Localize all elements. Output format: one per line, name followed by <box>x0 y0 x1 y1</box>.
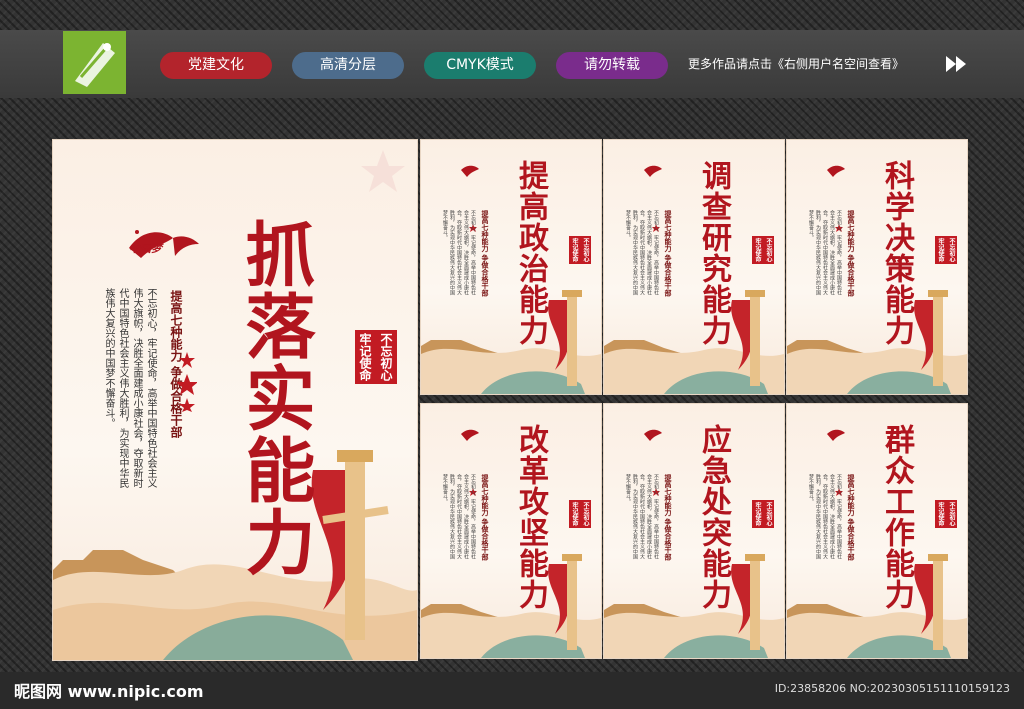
poster-title: 调查研究能力 <box>696 160 731 346</box>
slogan-line: 牢记使命 <box>935 236 946 264</box>
main-poster: 中国梦 不忘初心，牢记使命，高举中国特色社会主义伟大旗帜，决胜全面建成小康社会，… <box>52 139 418 661</box>
tag-hd-layers[interactable]: 高清分层 <box>292 52 404 79</box>
china-dream-text: 中国梦 <box>129 242 162 255</box>
poster-subtitle: 提高七种能力 争做合格干部 <box>481 210 490 297</box>
poster-subtitle: 提高七种能力 争做合格干部 <box>481 474 490 561</box>
poster-emergency-ability: 应急处突能力 提高七种能力 争做合格干部 不忘初心，牢记使命，高举中国特色社会主… <box>603 403 785 659</box>
poster-political-ability: 提高政治能力 提高七种能力 争做合格干部 不忘初心，牢记使命，高举中国特色社会主… <box>420 139 602 395</box>
poster-subtitle: 提高七种能力 争做合格干部 <box>664 210 673 297</box>
poster-slogan: 不忘初心 牢记使命 <box>569 236 591 268</box>
poster-title: 应急处突能力 <box>696 424 731 610</box>
slogan-line: 不忘初心 <box>580 236 591 264</box>
poster-body-text: 不忘初心，牢记使命，高举中国特色社会主义伟大旗帜，决胜全面建成小康社会，夺取新时… <box>808 210 842 295</box>
slogan-line: 牢记使命 <box>935 500 946 528</box>
main-title: 抓落实能力 <box>234 218 317 578</box>
poster-slogan: 不忘初心 牢记使命 <box>935 236 957 268</box>
image-id: ID:23858206 NO:20230305151110159123 <box>774 682 1010 695</box>
main-slogan: 不忘初心 牢记使命 <box>355 330 397 390</box>
main-body-text: 不忘初心，牢记使命，高举中国特色社会主义伟大旗帜，决胜全面建成小康社会，夺取新时… <box>103 288 156 488</box>
poster-body-text: 不忘初心，牢记使命，高举中国特色社会主义伟大旗帜，决胜全面建成小康社会，夺取新时… <box>442 210 476 295</box>
slogan-line: 不忘初心 <box>763 500 774 528</box>
poster-subtitle: 提高七种能力 争做合格干部 <box>847 474 856 561</box>
slogan-line: 不忘初心 <box>946 500 957 528</box>
poster-title: 改革攻坚能力 <box>513 424 548 610</box>
china-dream-logo: 中国梦 <box>123 218 203 282</box>
double-arrow-icon[interactable] <box>944 54 970 78</box>
poster-body-text: 不忘初心，牢记使命，高举中国特色社会主义伟大旗帜，决胜全面建成小康社会，夺取新时… <box>442 474 476 559</box>
poster-decision-ability: 科学决策能力 提高七种能力 争做合格干部 不忘初心，牢记使命，高举中国特色社会主… <box>786 139 968 395</box>
poster-title: 提高政治能力 <box>513 160 548 346</box>
poster-subtitle: 提高七种能力 争做合格干部 <box>664 474 673 561</box>
star-decoration-icon <box>177 352 197 412</box>
tag-party-culture[interactable]: 党建文化 <box>160 52 272 79</box>
poster-subtitle: 提高七种能力 争做合格干部 <box>847 210 856 297</box>
more-works-text[interactable]: 更多作品请点击《右侧用户名空间查看》 <box>688 55 904 72</box>
poster-title: 群众工作能力 <box>879 424 914 610</box>
slogan-line: 不忘初心 <box>946 236 957 264</box>
tag-cmyk-mode[interactable]: CMYK模式 <box>424 52 536 79</box>
site-watermark[interactable]: 昵图网 www.nipic.com <box>14 678 204 702</box>
poster-title: 科学决策能力 <box>879 160 914 346</box>
tag-no-repost[interactable]: 请勿转载 <box>556 52 668 79</box>
poster-mass-work-ability: 群众工作能力 提高七种能力 争做合格干部 不忘初心，牢记使命，高举中国特色社会主… <box>786 403 968 659</box>
poster-body-text: 不忘初心，牢记使命，高举中国特色社会主义伟大旗帜，决胜全面建成小康社会，夺取新时… <box>625 474 659 559</box>
slogan-line: 牢记使命 <box>569 236 580 264</box>
slogan-line: 牢记使命 <box>752 500 763 528</box>
slogan-line: 牢记使命 <box>752 236 763 264</box>
poster-slogan: 不忘初心 牢记使命 <box>569 500 591 532</box>
slogan-line: 牢记使命 <box>569 500 580 528</box>
poster-slogan: 不忘初心 牢记使命 <box>935 500 957 532</box>
slogan-line: 牢记使命 <box>355 330 376 384</box>
poster-body-text: 不忘初心，牢记使命，高举中国特色社会主义伟大旗帜，决胜全面建成小康社会，夺取新时… <box>808 474 842 559</box>
site-logo-icon[interactable] <box>63 31 126 94</box>
poster-slogan: 不忘初心 牢记使命 <box>752 236 774 268</box>
poster-reform-ability: 改革攻坚能力 提高七种能力 争做合格干部 不忘初心，牢记使命，高举中国特色社会主… <box>420 403 602 659</box>
poster-slogan: 不忘初心 牢记使命 <box>752 500 774 532</box>
slogan-line: 不忘初心 <box>580 500 591 528</box>
poster-research-ability: 调查研究能力 提高七种能力 争做合格干部 不忘初心，牢记使命，高举中国特色社会主… <box>603 139 785 395</box>
poster-body-text: 不忘初心，牢记使命，高举中国特色社会主义伟大旗帜，决胜全面建成小康社会，夺取新时… <box>625 210 659 295</box>
slogan-line: 不忘初心 <box>763 236 774 264</box>
slogan-line: 不忘初心 <box>376 330 397 384</box>
